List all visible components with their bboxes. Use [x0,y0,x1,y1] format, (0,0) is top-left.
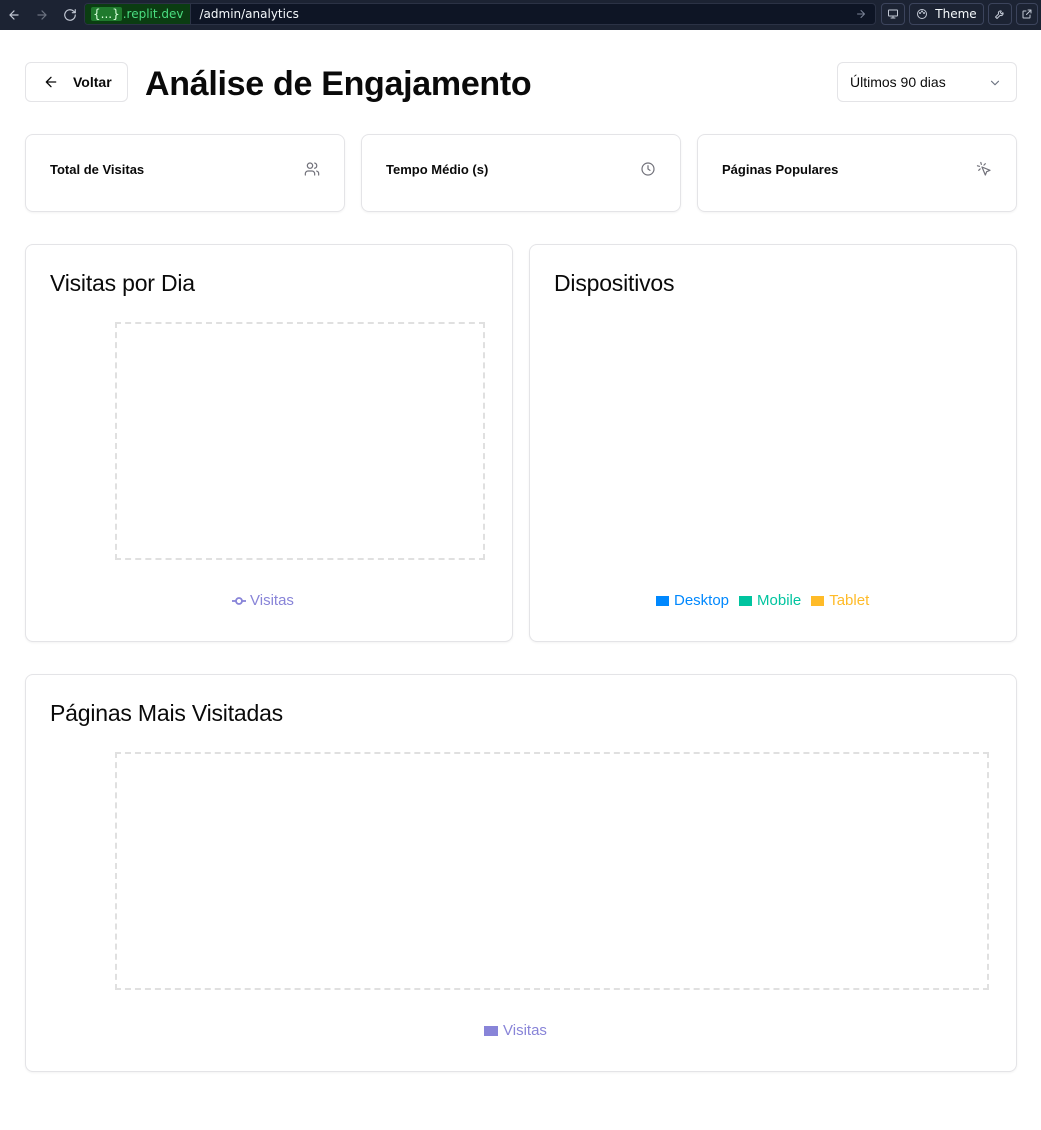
back-button-label: Voltar [73,74,112,90]
chart-legend: Desktop Mobile Tablet [656,592,869,609]
chart-panel-top-pages: Páginas Mais Visitadas Visitas [25,674,1017,1072]
legend-item-tablet: Tablet [811,592,869,609]
stat-card-popular-pages: Páginas Populares [697,134,1017,212]
domain-chip: {...} .replit.dev [85,4,191,24]
tools-button[interactable] [988,3,1012,25]
url-bar[interactable]: {...} .replit.dev /admin/analytics [84,3,876,25]
chart-panel-devices: Dispositivos Desktop Mobile Tablet [529,244,1017,642]
clock-icon [640,161,658,179]
arrow-right-icon [857,10,865,18]
legend-item-desktop: Desktop [656,592,729,609]
stat-card-avg-time: Tempo Médio (s) [361,134,681,212]
arrow-left-icon [9,10,19,20]
chart-legend: Visitas [232,592,294,609]
legend-swatch [811,595,825,606]
legend-label: Tablet [829,592,870,609]
theme-button[interactable]: Theme [909,3,984,25]
stat-title: Páginas Populares [722,162,839,177]
reload-button[interactable] [59,4,81,26]
monitor-icon [888,9,898,19]
back-button[interactable]: Voltar [25,62,128,102]
back-nav-button[interactable] [3,4,25,26]
arrow-right-icon [37,10,47,20]
url-path: /admin/analytics [199,7,299,21]
legend-item-mobile: Mobile [739,592,801,609]
theme-label: Theme [935,7,977,21]
chart-legend: Visitas [484,1022,547,1039]
page-title: Análise de Engajamento [145,65,532,103]
chevron-down-icon [990,80,1000,86]
wrench-icon [995,10,1004,19]
legend-item: Visitas [484,1022,547,1039]
legend-swatch [656,595,669,606]
arrow-left-icon [45,76,57,88]
stat-title: Tempo Médio (s) [386,162,489,177]
plot-area [115,752,989,990]
pointer-click-icon [976,161,994,179]
refresh-icon [64,9,76,21]
legend-swatch [484,1025,498,1036]
panel-title: Páginas Mais Visitadas [50,700,283,726]
panel-title: Visitas por Dia [50,270,195,296]
panel-title: Dispositivos [554,270,675,296]
forward-nav-button[interactable] [31,4,53,26]
line-marker-icon [232,596,246,605]
date-range-value: Últimos 90 dias [850,74,946,90]
open-external-button[interactable] [1016,3,1038,25]
legend-label: Mobile [757,592,802,609]
stat-title: Total de Visitas [50,162,145,177]
devtools-button[interactable] [881,3,905,25]
legend-swatch [739,595,753,606]
users-icon [304,161,322,179]
legend-label: Visitas [250,592,294,609]
stat-card-total-visits: Total de Visitas [25,134,345,212]
go-button[interactable] [855,7,869,21]
legend-label: Visitas [503,1022,547,1039]
date-range-select[interactable]: Últimos 90 dias [837,62,1017,102]
domain-badge: {...} [91,7,122,21]
chart-panel-visits-per-day: Visitas por Dia Visitas [25,244,513,642]
external-link-icon [1022,9,1032,19]
palette-icon [917,9,928,19]
legend-label: Desktop [674,592,730,609]
domain-suffix: .replit.dev [122,7,184,21]
plot-area [115,322,485,560]
legend-item: Visitas [232,592,294,609]
